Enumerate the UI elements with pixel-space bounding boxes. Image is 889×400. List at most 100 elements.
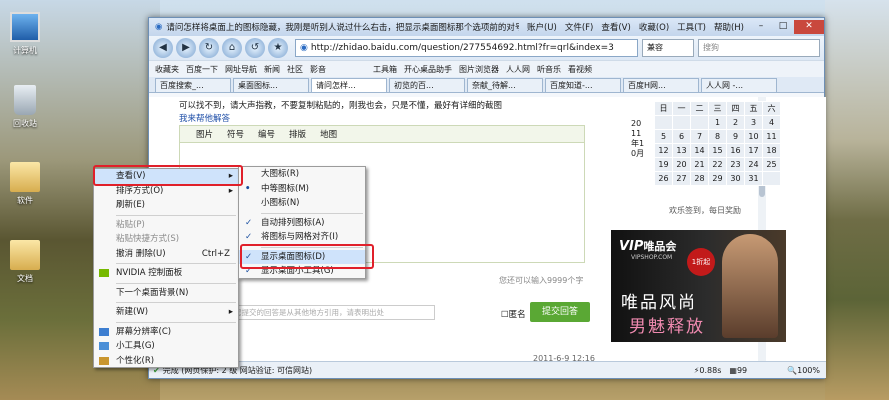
fav-item[interactable]: 新闻: [264, 64, 280, 75]
menu-item-next-background[interactable]: 下一个桌面背景(N): [94, 286, 238, 301]
tab[interactable]: 奈献_待解...: [467, 78, 543, 92]
back-icon[interactable]: ◀: [153, 38, 173, 58]
maximize-button[interactable]: □: [772, 20, 794, 34]
calendar-footer[interactable]: 欢乐签到，每日奖励: [669, 205, 741, 216]
zoom-icon[interactable]: 🔍: [787, 366, 797, 375]
day[interactable]: 29: [708, 171, 727, 186]
tab[interactable]: 初览的百...: [389, 78, 465, 92]
menu-item-screen-resolution[interactable]: 屏幕分辨率(C): [94, 325, 238, 340]
day[interactable]: [690, 115, 709, 130]
minimize-button[interactable]: –: [750, 20, 772, 34]
day[interactable]: 10: [744, 129, 763, 144]
day[interactable]: [654, 115, 673, 130]
day[interactable]: 28: [690, 171, 709, 186]
tab[interactable]: 桌面图标...: [233, 78, 309, 92]
submenu-item-auto-arrange[interactable]: ✓ 自动排列图标(A): [239, 216, 365, 231]
fav-item[interactable]: 听音乐: [537, 64, 561, 75]
day[interactable]: 12: [654, 143, 673, 158]
menu-item-refresh[interactable]: 刷新(E): [94, 198, 238, 213]
day[interactable]: 5: [654, 129, 673, 144]
home-icon[interactable]: ⌂: [222, 38, 242, 58]
day[interactable]: 6: [672, 129, 691, 144]
day[interactable]: 21: [690, 157, 709, 172]
tab[interactable]: 百度H网...: [623, 78, 699, 92]
tab[interactable]: 人人网 -...: [701, 78, 777, 92]
day[interactable]: 14: [690, 143, 709, 158]
desktop-icon-recycle-bin[interactable]: 回收站: [4, 85, 46, 129]
submenu-item-large-icons[interactable]: 大图标(R): [239, 167, 365, 182]
menu-item-nvidia[interactable]: NVIDIA 控制面板: [94, 266, 238, 281]
desktop-icon-software[interactable]: 软件: [4, 162, 46, 206]
fav-item[interactable]: 图片浏览器: [459, 64, 499, 75]
fav-item[interactable]: 网址导航: [225, 64, 257, 75]
day[interactable]: 16: [726, 143, 745, 158]
menu-item-paste-shortcut[interactable]: 粘贴快捷方式(S): [94, 232, 238, 247]
tool-numbering[interactable]: 编号: [258, 128, 275, 140]
day[interactable]: 25: [762, 157, 781, 172]
star-icon[interactable]: ★: [268, 38, 288, 58]
day[interactable]: 31: [744, 171, 763, 186]
day[interactable]: 17: [744, 143, 763, 158]
anonymous-checkbox[interactable]: ☐匿名: [501, 308, 526, 320]
day[interactable]: 4: [762, 115, 781, 130]
day[interactable]: 9: [726, 129, 745, 144]
answer-link[interactable]: 我来帮他解答: [179, 112, 230, 124]
fav-item[interactable]: 百度一下: [186, 64, 218, 75]
submenu-item-align-grid[interactable]: ✓ 将图标与网格对齐(I): [239, 230, 365, 245]
zoom-level[interactable]: 100%: [797, 366, 820, 375]
fav-item[interactable]: 影音: [310, 64, 326, 75]
day[interactable]: 15: [708, 143, 727, 158]
forward-icon[interactable]: ▶: [176, 38, 196, 58]
undo-icon[interactable]: ↺: [245, 38, 265, 58]
close-button[interactable]: ✕: [794, 20, 824, 34]
day[interactable]: 27: [672, 171, 691, 186]
tool-layout[interactable]: 排版: [289, 128, 306, 140]
day[interactable]: [672, 115, 691, 130]
fav-item[interactable]: 收藏夹: [155, 64, 179, 75]
menu-view[interactable]: 查看(V): [601, 21, 630, 33]
search-input[interactable]: 搜狗: [698, 39, 820, 57]
day[interactable]: 13: [672, 143, 691, 158]
menu-account[interactable]: 账户(U): [527, 21, 557, 33]
day[interactable]: 24: [744, 157, 763, 172]
day[interactable]: 20: [672, 157, 691, 172]
day[interactable]: 1: [708, 115, 727, 130]
reference-input[interactable]: 您提交的回答是从其他地方引用，请表明出处: [229, 305, 435, 320]
menu-item-personalize[interactable]: 个性化(R): [94, 354, 238, 369]
menu-item-gadgets[interactable]: 小工具(G): [94, 339, 238, 354]
menu-file[interactable]: 文件(F): [565, 21, 594, 33]
day[interactable]: 22: [708, 157, 727, 172]
day[interactable]: [762, 171, 781, 186]
submit-answer-button[interactable]: 提交回答: [530, 302, 590, 322]
day[interactable]: 7: [690, 129, 709, 144]
day[interactable]: 2: [726, 115, 745, 130]
menu-item-undo-delete[interactable]: 撤消 删除(U) Ctrl+Z: [94, 247, 238, 262]
day[interactable]: 23: [726, 157, 745, 172]
submenu-item-medium-icons[interactable]: • 中等图标(M): [239, 182, 365, 197]
tab[interactable]: 百度知道-...: [545, 78, 621, 92]
compat-mode-button[interactable]: 兼容: [642, 39, 694, 57]
fav-item[interactable]: 看视频: [568, 64, 592, 75]
menu-item-new[interactable]: 新建(W) ▸: [94, 305, 238, 320]
vipshop-ad[interactable]: VIP唯品会 VIPSHOP.COM 1折起 唯品风尚 男魅释放: [611, 230, 786, 342]
fav-item[interactable]: 人人网: [506, 64, 530, 75]
fav-item[interactable]: 工具箱: [373, 64, 397, 75]
menu-item-paste[interactable]: 粘贴(P): [94, 218, 238, 233]
fav-item[interactable]: 社区: [287, 64, 303, 75]
day[interactable]: 18: [762, 143, 781, 158]
day[interactable]: 26: [654, 171, 673, 186]
desktop-icon-documents[interactable]: 文档: [4, 240, 46, 284]
tool-image[interactable]: 图片: [186, 128, 213, 140]
day[interactable]: 8: [708, 129, 727, 144]
tab[interactable]: 百度搜索_...: [155, 78, 231, 92]
desktop-icon-computer[interactable]: 计算机: [4, 12, 46, 56]
menu-tools[interactable]: 工具(T): [677, 21, 706, 33]
address-input[interactable]: ◉ http://zhidao.baidu.com/question/277554…: [295, 39, 638, 57]
day[interactable]: 19: [654, 157, 673, 172]
day[interactable]: 30: [726, 171, 745, 186]
day[interactable]: 3: [744, 115, 763, 130]
tab-active[interactable]: 请问怎样...: [311, 78, 387, 92]
submenu-item-small-icons[interactable]: 小图标(N): [239, 196, 365, 211]
tool-map[interactable]: 地图: [320, 128, 337, 140]
day[interactable]: 11: [762, 129, 781, 144]
